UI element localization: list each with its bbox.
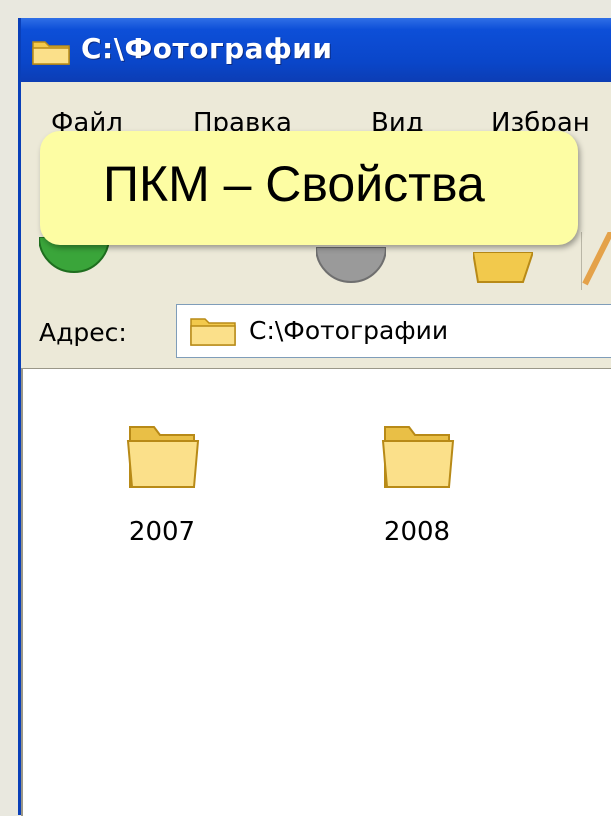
folder-label: 2007 — [128, 517, 196, 547]
window-title: C:\Фотографии — [81, 32, 333, 65]
address-label: Адрес: — [39, 318, 127, 347]
address-value: C:\Фотографии — [249, 316, 449, 345]
back-button[interactable] — [37, 236, 111, 291]
folder-icon — [189, 315, 237, 351]
folder-icon — [31, 36, 71, 70]
address-bar: Адрес: C:\Фотографии — [21, 290, 611, 370]
folder-label: 2008 — [383, 517, 451, 547]
folder-item[interactable]: 2008 — [347, 419, 487, 547]
pencil-icon[interactable] — [580, 230, 611, 294]
folder-icon — [381, 426, 455, 488]
file-list: 2007 2008 — [21, 368, 611, 816]
up-button[interactable] — [314, 246, 388, 291]
menu-bar: Файл Правка Вид Избран — [21, 82, 611, 138]
callout-text: ПКМ – Свойства — [103, 156, 485, 212]
folder-icon — [126, 426, 200, 488]
address-input[interactable]: C:\Фотографии — [176, 304, 611, 358]
title-bar[interactable]: C:\Фотографии — [21, 18, 611, 82]
instruction-callout: ПКМ – Свойства — [40, 131, 578, 245]
folder-item[interactable]: 2007 — [92, 419, 232, 547]
